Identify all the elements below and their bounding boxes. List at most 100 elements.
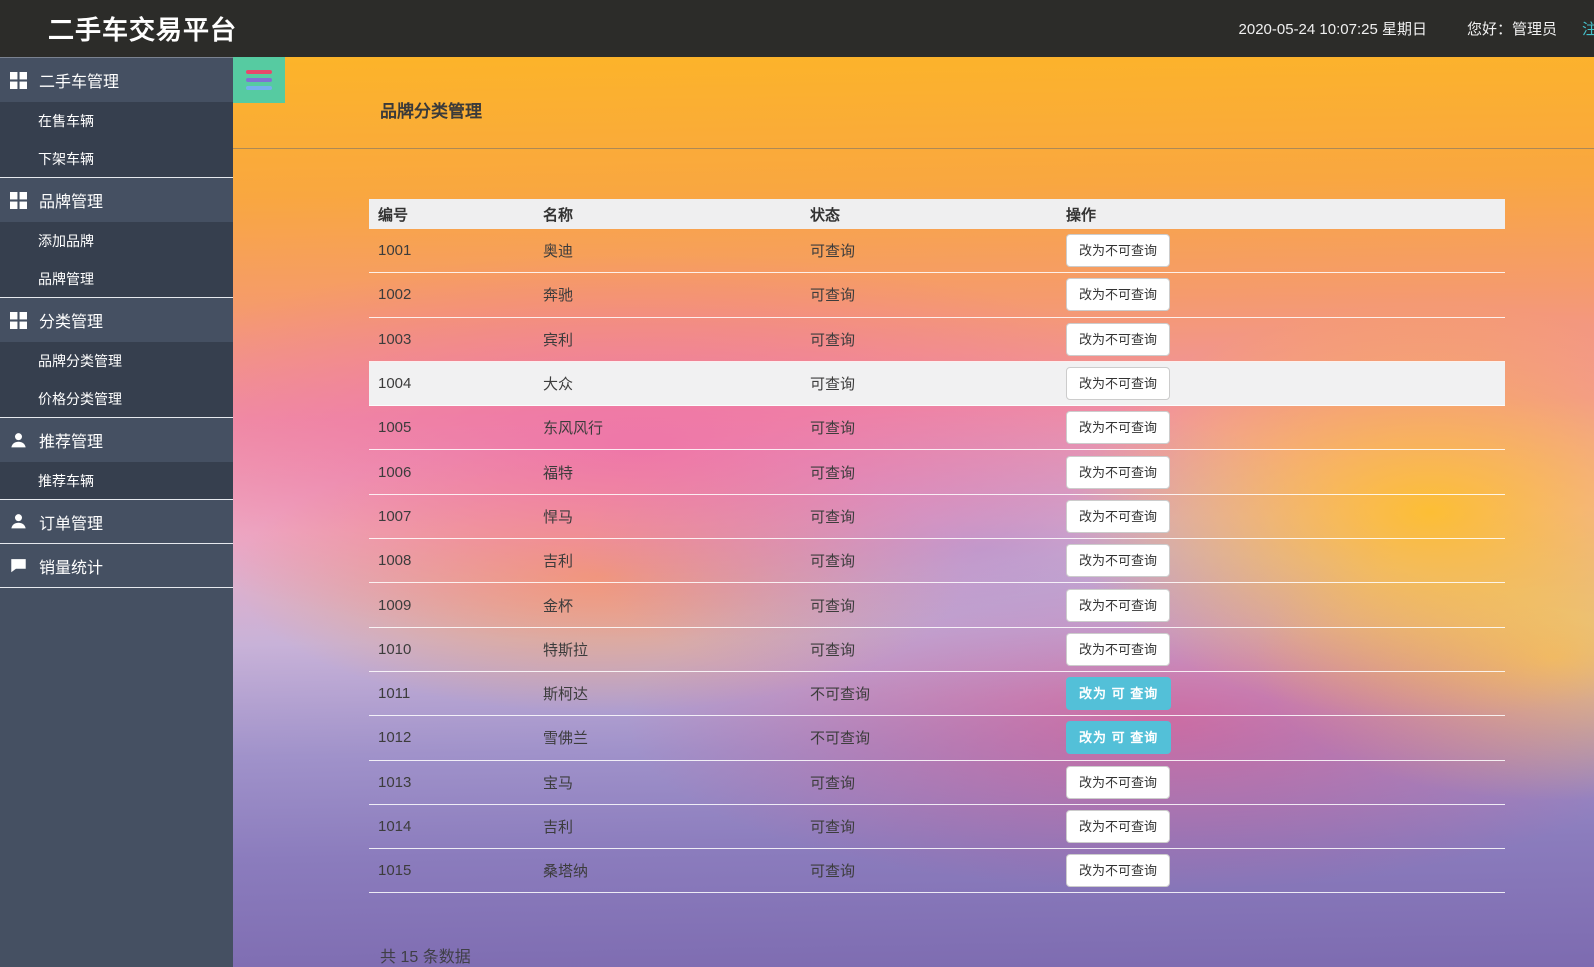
sidebar-item-label: 品牌分类管理: [38, 353, 122, 369]
sidebar-item[interactable]: 订单管理: [0, 500, 233, 544]
brand-status-cell: 可查询: [810, 331, 856, 349]
column-header-name: 名称: [543, 206, 574, 224]
brand-action-cell: 改为不可查询: [1057, 234, 1505, 268]
toggle-status-button[interactable]: 改为不可查询: [1066, 322, 1171, 356]
brand-id-cell: 1009: [378, 596, 412, 614]
brand-id-cell: 1004: [378, 375, 412, 393]
brand-action-cell: 改为不可查询: [1057, 499, 1505, 533]
table-row: 1015 桑塔纳 可查询 改为不可查询: [369, 849, 1505, 894]
table-row: 1010 特斯拉 可查询 改为不可查询: [369, 628, 1505, 672]
brand-name-cell: 特斯拉: [543, 641, 589, 659]
brand-name-cell: 吉利: [543, 819, 574, 836]
topbar-right-group: 2020-05-24 10:07:25 星期日 您好：管理员 注销: [1239, 18, 1594, 39]
brand-action-cell: 改为不可查询: [1057, 632, 1505, 666]
sidebar-item[interactable]: 在售车辆: [0, 102, 233, 140]
sidebar-item[interactable]: 品牌管理: [0, 178, 233, 222]
sidebar-item[interactable]: 价格分类管理: [0, 380, 233, 418]
sidebar-item-label: 销量统计: [39, 559, 104, 577]
toggle-status-button[interactable]: 改为不可查询: [1066, 632, 1171, 666]
table-row: 1005 东风风行 可查询 改为不可查询: [369, 406, 1505, 451]
brand-name-cell: 雪佛兰: [543, 730, 589, 748]
user-greeting: 您好：管理员: [1466, 21, 1557, 38]
table-row: 1008 吉利 可查询 改为不可查询: [369, 539, 1505, 584]
column-header-id: 编号: [378, 206, 409, 224]
brand-action-cell: 改为不可查询: [1057, 588, 1505, 622]
toggle-status-button[interactable]: 改为不可查询: [1066, 588, 1171, 622]
current-datetime: 2020-05-24 10:07:25 星期日: [1238, 21, 1427, 38]
sidebar-item[interactable]: 品牌分类管理: [0, 342, 233, 380]
brand-id-cell: 1001: [378, 242, 412, 260]
table-header-row: 编号 名称 状态 操作: [369, 199, 1505, 229]
toggle-status-button[interactable]: 改为不可查询: [1066, 810, 1171, 843]
sidebar-item[interactable]: 推荐管理: [0, 418, 233, 462]
brand-name-cell: 奥迪: [543, 243, 574, 261]
toggle-status-button[interactable]: 改为 可 查询: [1066, 677, 1172, 711]
menu-icon-bar: [246, 86, 272, 90]
app-title: 二手车交易平台: [48, 15, 238, 45]
brand-status-cell: 可查询: [810, 553, 856, 571]
toggle-status-button[interactable]: 改为不可查询: [1066, 499, 1171, 533]
brand-id-cell: 1006: [378, 463, 412, 481]
toggle-status-button[interactable]: 改为不可查询: [1066, 854, 1171, 888]
brand-status-cell: 可查询: [810, 243, 856, 261]
brand-id-cell: 1008: [378, 552, 412, 570]
brand-id-cell: 1011: [378, 685, 411, 703]
menu-icon-bar: [246, 78, 272, 82]
sidebar-item-label: 在售车辆: [38, 113, 94, 129]
toggle-status-button[interactable]: 改为不可查询: [1066, 765, 1171, 799]
brand-status-cell: 可查询: [810, 641, 856, 659]
brand-name-cell: 福特: [543, 464, 574, 482]
sidebar-item[interactable]: 下架车辆: [0, 140, 233, 178]
page-title: 品牌分类管理: [380, 102, 482, 121]
sidebar-item-label: 分类管理: [39, 314, 104, 331]
brand-name-cell: 斯柯达: [543, 686, 589, 704]
brand-name-cell: 吉利: [543, 553, 574, 571]
toggle-status-button[interactable]: 改为不可查询: [1066, 544, 1171, 578]
brand-name-cell: 金杯: [543, 597, 574, 615]
table-row: 1007 悍马 可查询 改为不可查询: [369, 495, 1505, 540]
table-row: 1009 金杯 可查询 改为不可查询: [369, 583, 1505, 628]
sidebar-item[interactable]: 推荐车辆: [0, 462, 233, 500]
brand-status-cell: 可查询: [810, 819, 856, 836]
brand-category-table: 编号 名称 状态 操作 1001 奥迪 可查询 改为不可查询 1002 奔驰 可…: [369, 199, 1505, 894]
total-count-label: 共 15 条数据: [380, 949, 471, 966]
sidebar-item[interactable]: 品牌管理: [0, 260, 233, 298]
brand-status-cell: 可查询: [810, 420, 856, 438]
sidebar-item-label: 品牌管理: [39, 194, 104, 211]
brand-name-cell: 宝马: [543, 774, 574, 792]
toggle-status-button[interactable]: 改为不可查询: [1066, 234, 1171, 268]
grid-icon: [10, 191, 27, 209]
table-row: 1013 宝马 可查询 改为不可查询: [369, 761, 1505, 805]
sidebar-item[interactable]: 二手车管理: [0, 58, 233, 102]
toggle-status-button[interactable]: 改为不可查询: [1066, 367, 1171, 401]
column-header-status: 状态: [810, 206, 841, 224]
title-divider: [233, 148, 1594, 149]
logout-link[interactable]: 注销: [1582, 18, 1594, 39]
toggle-status-button[interactable]: 改为不可查询: [1066, 278, 1171, 312]
brand-id-cell: 1003: [378, 330, 412, 348]
table-row: 1006 福特 可查询 改为不可查询: [369, 450, 1505, 495]
brand-name-cell: 大众: [543, 376, 574, 394]
brand-id-cell: 1014: [378, 818, 412, 835]
sidebar-toggle-button[interactable]: [233, 57, 285, 103]
brand-action-cell: 改为不可查询: [1057, 544, 1505, 578]
toggle-status-button[interactable]: 改为 可 查询: [1066, 721, 1172, 755]
brand-action-cell: 改为不可查询: [1057, 765, 1505, 799]
sidebar-item-label: 价格分类管理: [38, 390, 122, 407]
toggle-status-button[interactable]: 改为不可查询: [1066, 455, 1171, 489]
toggle-status-button[interactable]: 改为不可查询: [1066, 411, 1171, 445]
brand-action-cell: 改为不可查询: [1057, 367, 1505, 401]
table-row: 1002 奔驰 可查询 改为不可查询: [369, 273, 1505, 318]
sidebar-item[interactable]: 添加品牌: [0, 222, 233, 260]
sidebar-item[interactable]: 销量统计: [0, 544, 233, 588]
brand-action-cell: 改为 可 查询: [1057, 721, 1505, 755]
table-row: 1004 大众 可查询 改为不可查询: [369, 361, 1505, 407]
brand-id-cell: 1005: [378, 419, 412, 437]
table-row: 1014 吉利 可查询 改为不可查询: [369, 805, 1505, 850]
column-header-action: 操作: [1066, 206, 1097, 224]
sidebar-item-label: 品牌管理: [38, 270, 94, 287]
sidebar-item[interactable]: 分类管理: [0, 298, 233, 342]
sidebar-item-label: 订单管理: [39, 515, 104, 533]
table-body: 1001 奥迪 可查询 改为不可查询 1002 奔驰 可查询 改为不可查询 10…: [369, 229, 1505, 894]
sidebar-nav: 二手车管理 在售车辆 下架车辆 品牌管理 添加品牌 品牌管理 分类管理 品牌分类…: [0, 57, 233, 967]
